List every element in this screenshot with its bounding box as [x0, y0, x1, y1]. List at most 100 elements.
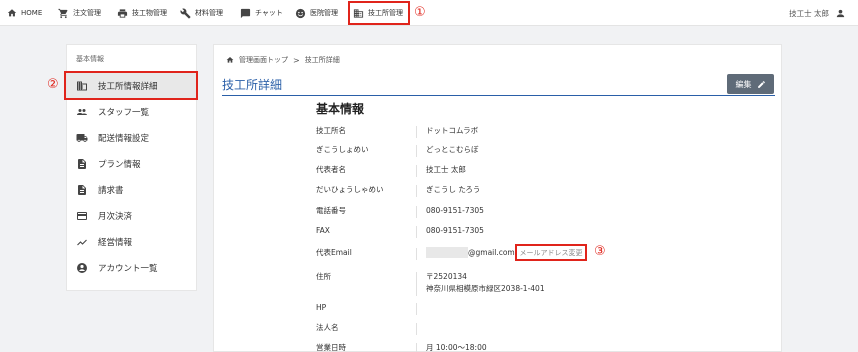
sidebar-item-monthly[interactable]: 月次決済 — [67, 203, 196, 229]
main-panel: 管理画面トップ > 技工所詳細 技工所詳細 編集 基本情報 技工所名 ドットコム… — [213, 44, 782, 352]
card-icon — [77, 212, 87, 220]
row-divider — [416, 165, 417, 177]
info-label: 法人名 — [316, 323, 339, 332]
info-value-postal: 〒2520134 — [426, 272, 467, 281]
row-divider — [416, 323, 417, 335]
info-value-email: @gmail.com — [426, 247, 515, 258]
trend-icon — [77, 239, 87, 246]
sidebar-item-shipping[interactable]: 配送情報設定 — [67, 125, 196, 151]
info-row-corporate-name: 法人名 — [316, 322, 716, 344]
info-value: 月 10:00〜18:00 — [426, 343, 487, 352]
breadcrumb-separator: > — [293, 55, 300, 65]
row-divider — [416, 226, 417, 238]
row-divider — [416, 303, 417, 315]
chat-icon — [240, 8, 251, 18]
sidebar-item-label: 経営情報 — [98, 238, 133, 248]
edit-button[interactable]: 編集 — [727, 74, 774, 94]
account-icon — [77, 263, 87, 273]
invoice-icon — [78, 185, 86, 195]
masked-email-user — [426, 247, 468, 258]
sidebar-item-staff[interactable]: スタッフ一覧 — [67, 99, 196, 125]
person-icon — [836, 9, 845, 17]
sidebar-item-label: 月次決済 — [98, 212, 133, 222]
nav-home[interactable]: HOME — [7, 0, 42, 26]
marker-3: ③ — [594, 244, 606, 259]
info-label: FAX — [316, 226, 330, 235]
face-icon — [295, 8, 306, 18]
info-label: 住所 — [316, 272, 331, 281]
breadcrumb-home[interactable]: 管理画面トップ — [239, 55, 288, 65]
row-divider — [416, 145, 417, 157]
pencil-icon — [757, 80, 765, 88]
info-value: 080-9151-7305 — [426, 226, 484, 235]
sidebar-item-management[interactable]: 経営情報 — [67, 229, 196, 255]
info-label: 電話番号 — [316, 206, 346, 215]
info-row-business-hours: 営業日時 月 10:00〜18:00 — [316, 342, 716, 352]
sidebar-item-label: スタッフ一覧 — [98, 108, 150, 118]
row-divider — [416, 126, 417, 138]
info-row-representative: 代表者名 技工士 太郎 — [316, 164, 716, 186]
nav-clinics-label: 医院管理 — [310, 9, 338, 17]
info-label: 代表者名 — [316, 165, 346, 174]
sidebar-item-label: 配送情報設定 — [98, 134, 150, 144]
nav-materials[interactable]: 材料管理 — [180, 0, 223, 26]
user-name: 技工士 太郎 — [789, 8, 829, 18]
nav-clinics[interactable]: 医院管理 — [295, 0, 338, 26]
info-row-lab-name-kana: ぎこうしょめい どっとこむらぼ — [316, 144, 716, 166]
page-title: 技工所詳細 — [222, 78, 283, 92]
cart-icon — [58, 8, 68, 18]
sidebar-item-accounts[interactable]: アカウント一覧 — [67, 255, 196, 281]
wrench-icon — [180, 8, 191, 19]
info-label: だいひょうしゃめい — [316, 185, 384, 194]
nav-chat-label: チャット — [255, 9, 283, 17]
info-label: HP — [316, 303, 327, 312]
edit-button-label: 編集 — [735, 79, 752, 89]
home-icon — [226, 57, 234, 63]
highlight-box-1 — [348, 1, 410, 25]
sidebar-item-label: プラン情報 — [98, 160, 141, 170]
sidebar-item-label: アカウント一覧 — [98, 264, 158, 274]
info-value-address: 神奈川県相模原市緑区2038-1-401 — [426, 284, 545, 293]
change-email-button[interactable]: メールアドレス変更 — [515, 244, 587, 261]
info-row-address: 住所 〒2520134 神奈川県相模原市緑区2038-1-401 — [316, 271, 716, 301]
info-label: ぎこうしょめい — [316, 145, 369, 154]
nav-orders[interactable]: 注文管理 — [58, 0, 101, 26]
nav-orders-label: 注文管理 — [73, 9, 101, 17]
info-value: 080-9151-7305 — [426, 206, 484, 215]
sidebar-heading: 基本情報 — [76, 55, 104, 63]
breadcrumb: 管理画面トップ > 技工所詳細 — [226, 55, 340, 65]
row-divider — [416, 206, 417, 218]
info-label: 代表Email — [316, 248, 352, 257]
info-value: 技工士 太郎 — [426, 165, 466, 174]
row-divider — [416, 343, 417, 352]
info-row-email: 代表Email @gmail.com メールアドレス変更 — [316, 244, 716, 269]
nav-tech-items-label: 技工物管理 — [132, 9, 167, 17]
marker-2: ② — [47, 77, 59, 92]
info-value: ぎこうし たろう — [426, 185, 481, 194]
user-menu[interactable]: 技工士 太郎 — [789, 0, 846, 26]
section-title: 基本情報 — [316, 102, 365, 116]
nav-chat[interactable]: チャット — [240, 0, 283, 26]
sidebar-item-label: 請求書 — [98, 186, 124, 196]
info-label: 営業日時 — [316, 343, 346, 352]
info-value: どっとこむらぼ — [426, 145, 479, 154]
row-divider — [416, 248, 417, 260]
home-icon — [7, 9, 17, 17]
people-icon — [77, 109, 87, 115]
breadcrumb-current: 技工所詳細 — [304, 56, 340, 64]
top-nav-bar: HOME 注文管理 技工物管理 材料管理 チャット 医院管理 技工所管理 ① 技… — [0, 0, 858, 26]
truck-icon — [76, 134, 88, 142]
info-row-phone: 電話番号 080-9151-7305 — [316, 205, 716, 227]
nav-materials-label: 材料管理 — [195, 9, 223, 17]
info-label: 技工所名 — [316, 126, 346, 135]
document-icon — [78, 159, 86, 169]
info-value: ドットコムラボ — [426, 126, 479, 135]
highlight-box-2 — [64, 71, 198, 100]
printer-icon — [117, 8, 128, 18]
row-divider — [416, 185, 417, 197]
info-row-representative-kana: だいひょうしゃめい ぎこうし たろう — [316, 184, 716, 206]
marker-1: ① — [414, 5, 426, 20]
sidebar-item-plan[interactable]: プラン情報 — [67, 151, 196, 177]
nav-tech-items[interactable]: 技工物管理 — [117, 0, 167, 26]
sidebar-item-invoice[interactable]: 請求書 — [67, 177, 196, 203]
